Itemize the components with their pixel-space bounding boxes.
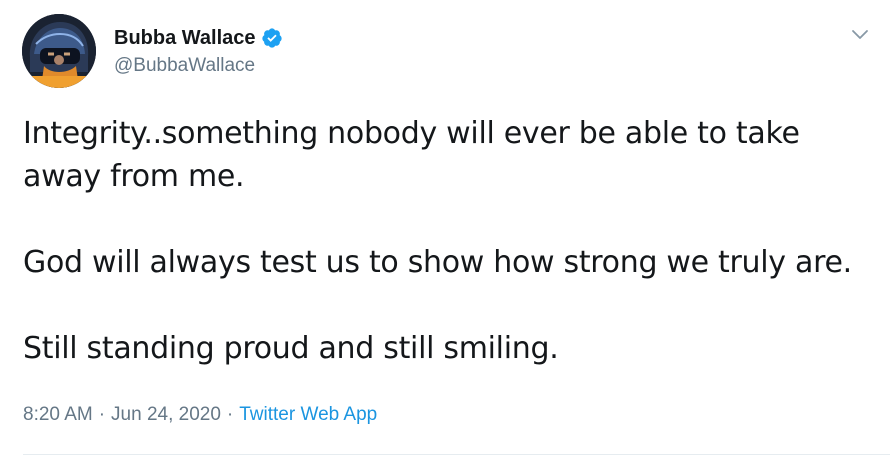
- tweet-card: Bubba Wallace @BubbaWallace Integrity..s…: [0, 0, 890, 466]
- verified-badge-icon: [261, 27, 283, 49]
- tweet-source-link[interactable]: Twitter Web App: [239, 404, 377, 426]
- avatar[interactable]: [22, 14, 96, 88]
- divider: [23, 454, 890, 455]
- tweet-line: God will always test us to show how stro…: [23, 245, 852, 280]
- chevron-down-icon[interactable]: [848, 22, 872, 46]
- tweet-line: away from me.: [23, 159, 245, 194]
- tweet-date[interactable]: Jun 24, 2020: [111, 404, 221, 426]
- tweet-time[interactable]: 8:20 AM: [23, 404, 93, 426]
- display-name[interactable]: Bubba Wallace: [114, 27, 256, 50]
- helmet-avatar-image: [22, 14, 96, 88]
- meta-separator: ·: [98, 404, 106, 425]
- user-handle[interactable]: @BubbaWallace: [114, 55, 255, 77]
- tweet-text: Integrity..something nobody will ever be…: [23, 112, 883, 370]
- tweet-line: Still standing proud and still smiling.: [23, 331, 559, 366]
- tweet-metadata: 8:20 AM · Jun 24, 2020 · Twitter Web App: [23, 404, 377, 426]
- tweet-line: Integrity..something nobody will ever be…: [23, 116, 800, 151]
- name-row: Bubba Wallace: [114, 24, 283, 52]
- meta-separator: ·: [226, 404, 234, 425]
